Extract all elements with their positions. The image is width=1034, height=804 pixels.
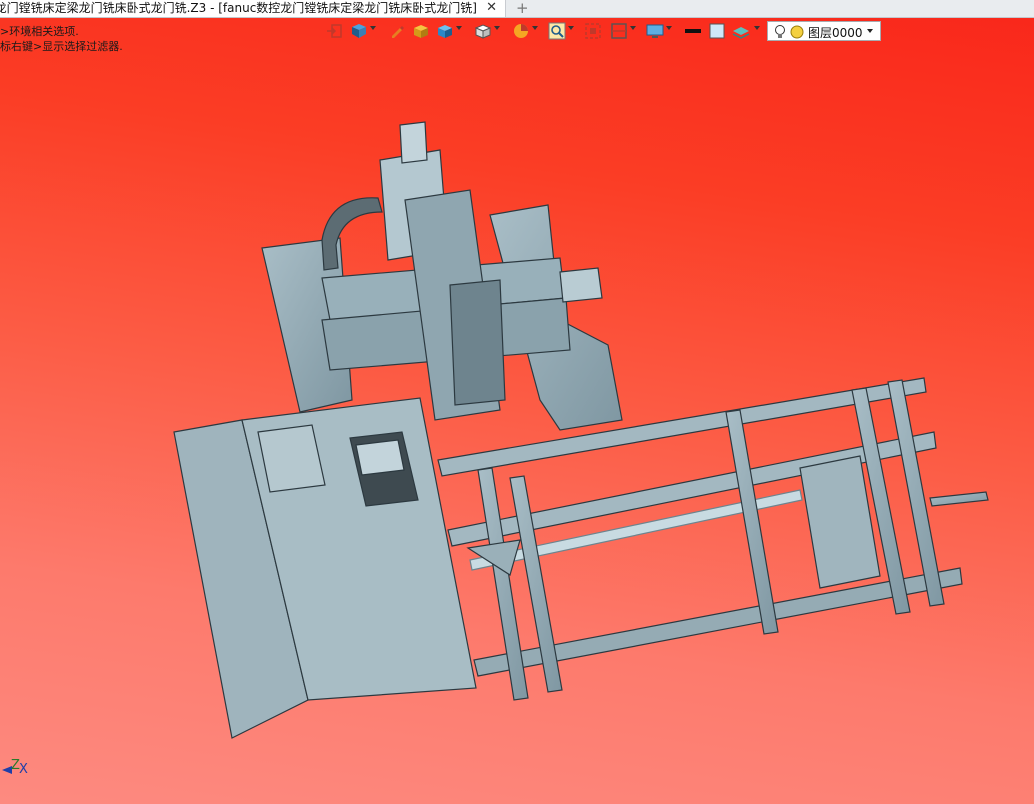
cable-chain [321, 197, 383, 271]
axis-x-label: X [19, 762, 28, 777]
machine-model [173, 121, 989, 739]
right-panel [799, 455, 881, 589]
post-1 [725, 409, 779, 635]
side-motor [559, 267, 603, 303]
pendant-screen [355, 439, 405, 476]
cad-model-viewport[interactable] [0, 0, 1034, 804]
extension-arm [929, 491, 989, 507]
spindle-motor [399, 121, 428, 164]
spindle-housing [449, 279, 506, 406]
